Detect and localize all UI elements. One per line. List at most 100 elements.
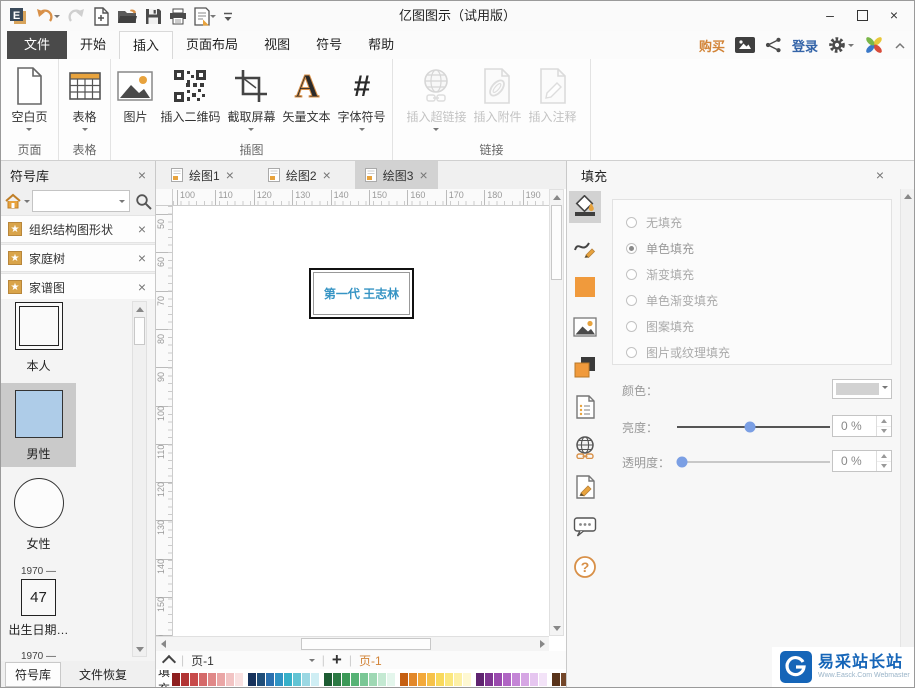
- palette-swatch[interactable]: [199, 673, 208, 686]
- opacity-value[interactable]: 0 %: [832, 450, 892, 472]
- palette-swatch[interactable]: [530, 673, 539, 686]
- palette-swatch[interactable]: [521, 673, 530, 686]
- color-swatch-dropdown[interactable]: [832, 379, 892, 399]
- close-icon[interactable]: ×: [138, 251, 146, 265]
- undo-button[interactable]: [34, 5, 61, 27]
- add-page-button[interactable]: +: [332, 651, 342, 668]
- spinner-buttons[interactable]: [876, 451, 891, 471]
- palette-swatch[interactable]: [454, 673, 463, 686]
- search-input[interactable]: [32, 190, 130, 212]
- palette-swatch[interactable]: [369, 673, 378, 686]
- palette-swatch[interactable]: [217, 673, 226, 686]
- ribbon-button-vector-text[interactable]: A 矢量文本: [280, 62, 334, 125]
- page-menu[interactable]: 页-1: [191, 652, 214, 669]
- fill-bucket-icon[interactable]: [569, 191, 601, 223]
- scrollbar-thumb[interactable]: [301, 638, 431, 650]
- radio-selected-icon[interactable]: [626, 242, 637, 254]
- shape-item-birthdate[interactable]: 1970 — 47 出生日期…: [1, 566, 76, 638]
- menu-tab-插入[interactable]: 插入: [119, 31, 174, 59]
- shape-list-scrollbar[interactable]: [132, 301, 147, 657]
- doc-pencil-icon[interactable]: [569, 471, 601, 503]
- scroll-down-arrow[interactable]: [550, 621, 563, 635]
- brightness-slider[interactable]: [677, 421, 830, 433]
- image-fill-icon[interactable]: [569, 311, 601, 343]
- line-style-icon[interactable]: [569, 231, 601, 263]
- menu-tab-开始[interactable]: 开始: [67, 31, 119, 59]
- fill-option-渐变填充[interactable]: 渐变填充: [626, 261, 891, 287]
- ribbon-button-picture[interactable]: 图片: [114, 62, 156, 125]
- canvas-shape-generation1[interactable]: 第一代 王志林: [309, 268, 414, 319]
- radio-icon[interactable]: [626, 294, 637, 306]
- new-file-button[interactable]: [92, 5, 111, 27]
- document-tab-绘图1[interactable]: 绘图1 ×: [161, 161, 244, 189]
- tab-symbol-library[interactable]: 符号库: [5, 661, 62, 687]
- radio-icon[interactable]: [626, 320, 637, 332]
- palette-swatch[interactable]: [378, 673, 387, 686]
- menu-tab-页面布局[interactable]: 页面布局: [173, 31, 251, 59]
- minimize-button[interactable]: –: [814, 3, 846, 27]
- spinner-buttons[interactable]: [876, 416, 891, 436]
- shape-item-partial[interactable]: 1970 —: [1, 651, 76, 661]
- help-icon[interactable]: ?: [569, 551, 601, 583]
- menu-tab-文件[interactable]: 文件: [7, 31, 68, 59]
- palette-swatch[interactable]: [400, 673, 409, 686]
- palette-swatch[interactable]: [226, 673, 235, 686]
- scroll-up-arrow[interactable]: [133, 302, 146, 316]
- palette-swatch[interactable]: [190, 673, 199, 686]
- close-icon[interactable]: ×: [138, 222, 146, 236]
- scroll-up-arrow[interactable]: [550, 190, 563, 204]
- slider-handle[interactable]: [676, 456, 688, 468]
- palette-swatch[interactable]: [248, 673, 257, 686]
- active-page-tab[interactable]: 页-1: [359, 652, 382, 669]
- share-icon[interactable]: [765, 37, 782, 53]
- vertical-scrollbar[interactable]: [549, 189, 564, 636]
- fill-option-图片或纹理填充[interactable]: 图片或纹理填充: [626, 339, 891, 365]
- palette-swatch[interactable]: [284, 673, 293, 686]
- palette-swatch[interactable]: [342, 673, 351, 686]
- fill-option-单色渐变填充[interactable]: 单色渐变填充: [626, 287, 891, 313]
- palette-swatch[interactable]: [418, 673, 427, 686]
- close-icon[interactable]: ×: [138, 280, 146, 294]
- palette-swatch[interactable]: [436, 673, 445, 686]
- palette-swatch[interactable]: [324, 673, 333, 686]
- close-icon[interactable]: ×: [419, 168, 427, 182]
- ribbon-button-qr-code[interactable]: 插入二维码: [157, 62, 223, 125]
- close-button[interactable]: ×: [878, 3, 910, 27]
- palette-swatch[interactable]: [476, 673, 485, 686]
- opacity-slider[interactable]: [676, 456, 830, 468]
- panel-scrollbar[interactable]: [900, 189, 914, 687]
- palette-swatch[interactable]: [266, 673, 275, 686]
- palette-swatch[interactable]: [427, 673, 436, 686]
- ribbon-button-screen-capture[interactable]: 截取屏幕: [224, 62, 278, 134]
- radio-icon[interactable]: [626, 346, 637, 358]
- redo-button[interactable]: [66, 5, 87, 27]
- tab-file-recovery[interactable]: 文件恢复: [70, 663, 136, 686]
- login-button[interactable]: 登录: [792, 36, 818, 55]
- fill-option-无填充[interactable]: 无填充: [626, 209, 891, 235]
- menu-tab-视图[interactable]: 视图: [251, 31, 303, 59]
- open-file-button[interactable]: [116, 5, 139, 27]
- palette-swatch[interactable]: [409, 673, 418, 686]
- save-button[interactable]: [144, 5, 163, 27]
- scroll-down-arrow[interactable]: [133, 642, 146, 656]
- settings-button[interactable]: [828, 36, 854, 54]
- comment-bubble-icon[interactable]: [569, 511, 601, 543]
- maximize-button[interactable]: [846, 3, 878, 27]
- horizontal-scrollbar[interactable]: [156, 636, 549, 651]
- globe-link-icon[interactable]: [569, 431, 601, 463]
- buy-button[interactable]: 购买: [699, 36, 725, 55]
- color-square-icon[interactable]: [569, 271, 601, 303]
- search-icon[interactable]: [135, 193, 152, 210]
- ribbon-button-table[interactable]: 表格: [64, 62, 106, 134]
- palette-swatch[interactable]: [503, 673, 512, 686]
- close-icon[interactable]: ×: [876, 168, 884, 182]
- scrollbar-thumb[interactable]: [551, 205, 562, 280]
- close-icon[interactable]: ×: [226, 168, 234, 182]
- library-row-组织结构图形状[interactable]: ★ 组织结构图形状 ×: [1, 215, 155, 243]
- drawing-canvas[interactable]: 第一代 王志林: [173, 206, 549, 636]
- shape-item-female[interactable]: 女性: [1, 478, 76, 552]
- app-pinwheel-icon[interactable]: [864, 35, 884, 55]
- shape-item-male[interactable]: 男性: [1, 383, 76, 467]
- palette-swatch[interactable]: [552, 673, 561, 686]
- shape-item-self[interactable]: 本人: [1, 302, 76, 374]
